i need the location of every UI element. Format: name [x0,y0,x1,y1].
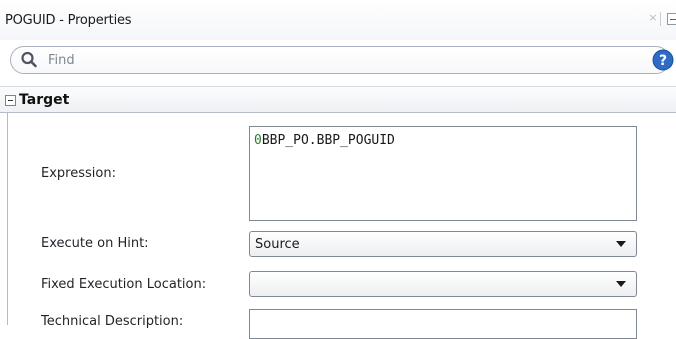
expression-value: 0BBP_PO.BBP_POGUID [254,133,395,148]
execute-on-hint-label: Execute on Hint: [41,236,149,251]
expression-label: Expression: [41,166,116,181]
fixed-execution-location-select[interactable] [249,271,637,297]
fixed-execution-location-label: Fixed Execution Location: [41,277,207,292]
chevron-down-icon [616,281,626,287]
window-title: POGUID - Properties [5,13,132,28]
execute-on-hint-select[interactable]: Source [249,231,637,257]
technical-description-label: Technical Description: [41,314,184,329]
minimize-button[interactable] [667,13,676,25]
svg-text:?: ? [659,53,667,69]
section-left-border [7,113,8,325]
search-icon [21,51,37,68]
chevron-down-icon [616,241,626,247]
execute-on-hint-value: Source [255,237,300,252]
help-icon[interactable]: ? [652,49,674,71]
collapse-icon[interactable] [5,95,16,106]
section-header-target[interactable] [0,87,676,113]
title-bar: POGUID - Properties [0,0,676,40]
section-title: Target [19,92,70,108]
search-input[interactable] [48,50,568,70]
technical-description-field[interactable] [249,309,637,339]
close-button[interactable]: × [648,12,658,24]
title-separator [660,12,661,26]
